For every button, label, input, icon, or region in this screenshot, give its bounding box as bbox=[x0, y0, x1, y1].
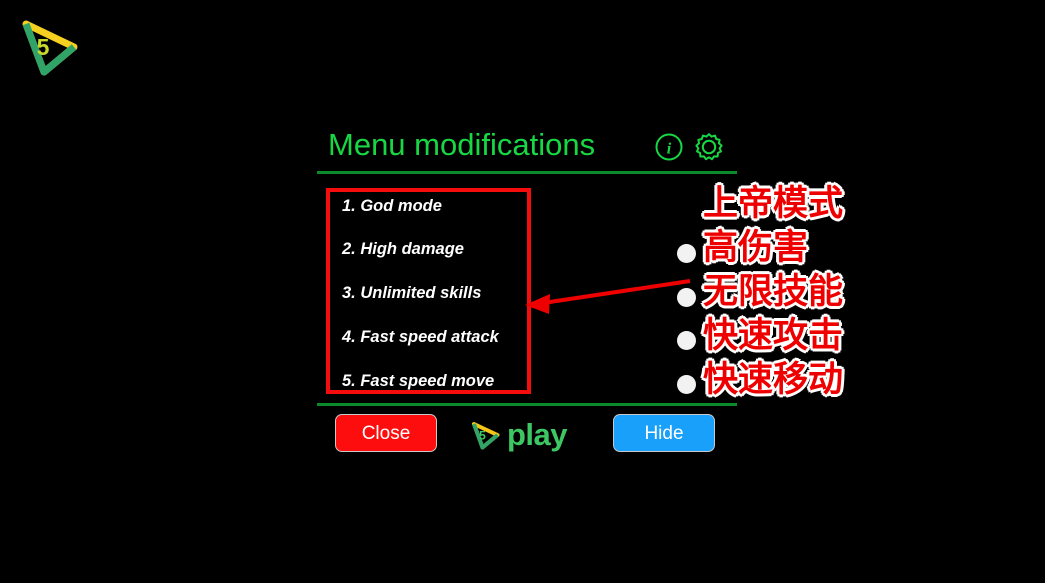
list-item[interactable]: 2. High damage bbox=[342, 240, 464, 259]
play-brand-text: play bbox=[507, 417, 568, 452]
list-item[interactable]: 1. God mode bbox=[342, 197, 442, 216]
logo-digit: 5 bbox=[37, 34, 50, 60]
play-brand: 5 play bbox=[469, 416, 599, 454]
brand-digit: 5 bbox=[479, 429, 486, 443]
mod-menu-panel: Menu modifications i 1. God mode 2. High… bbox=[317, 126, 737, 466]
mod-list: 1. God mode 2. High damage 3. Unlimited … bbox=[326, 188, 531, 394]
footer-separator bbox=[317, 403, 737, 406]
toggle-unlimited-skills[interactable] bbox=[677, 331, 696, 350]
header-separator bbox=[317, 171, 737, 174]
5play-logo-icon: 5 bbox=[22, 20, 78, 76]
menu-body: 1. God mode 2. High damage 3. Unlimited … bbox=[317, 178, 737, 438]
menu-footer: Close 5 play Hide bbox=[317, 414, 737, 466]
list-item[interactable]: 5. Fast speed move bbox=[342, 372, 494, 391]
menu-header: Menu modifications i bbox=[317, 126, 737, 172]
toggle-fast-speed-attack[interactable] bbox=[677, 375, 696, 394]
info-circle-icon[interactable]: i bbox=[654, 132, 684, 162]
hide-button[interactable]: Hide bbox=[613, 414, 715, 452]
svg-text:i: i bbox=[667, 141, 672, 158]
toggle-column bbox=[667, 178, 707, 438]
toggle-high-damage[interactable] bbox=[677, 288, 696, 307]
close-button[interactable]: Close bbox=[335, 414, 437, 452]
gear-icon[interactable] bbox=[694, 132, 724, 162]
5play-brand-icon: 5 bbox=[472, 422, 500, 450]
page-title: Menu modifications bbox=[328, 127, 596, 162]
list-item[interactable]: 3. Unlimited skills bbox=[342, 284, 481, 303]
toggle-god-mode[interactable] bbox=[677, 244, 696, 263]
list-item[interactable]: 4. Fast speed attack bbox=[342, 328, 499, 347]
app-logo: 5 bbox=[16, 14, 84, 82]
